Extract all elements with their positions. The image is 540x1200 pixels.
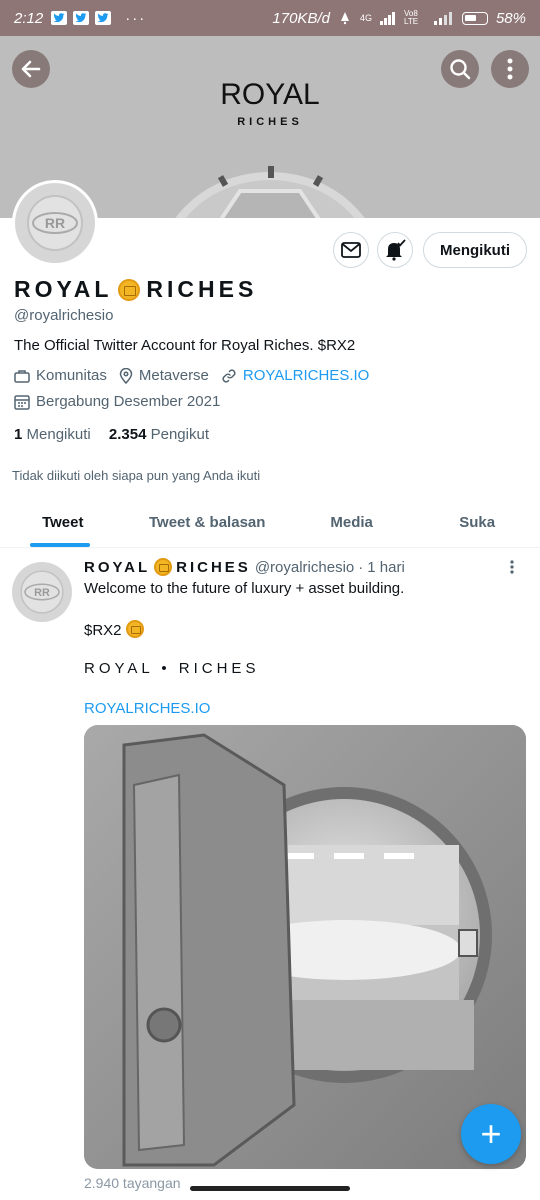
following-count: 1 — [14, 426, 23, 443]
bell-check-icon — [386, 239, 406, 261]
back-button[interactable] — [12, 50, 50, 88]
profile-page: 2:12 ··· 170KB/d 4G Vo8 LTE 58% ROYAL RI… — [0, 0, 540, 1200]
profile-meta-row: Komunitas Metaverse ROYALRICHES.IO — [14, 367, 369, 384]
profile-name: ROYAL RICHES — [14, 276, 257, 303]
followers-stat[interactable]: 2.354 Pengikut — [109, 426, 209, 443]
status-right: 170KB/d 4G Vo8 LTE 58% — [272, 10, 526, 27]
profile-name-part1: ROYAL — [14, 276, 113, 302]
more-notifications-indicator: ··· — [125, 9, 147, 27]
profile-avatar[interactable]: RR — [12, 180, 98, 266]
svg-text:RR: RR — [45, 215, 65, 231]
tweet-author-name-part2: RICHES — [176, 558, 251, 576]
signal-icon-2 — [433, 12, 452, 25]
profile-name-part2: RICHES — [146, 276, 258, 302]
coin-emoji-icon — [125, 620, 144, 638]
message-button[interactable] — [333, 232, 369, 268]
following-label: Mengikuti — [26, 426, 91, 443]
more-vertical-icon — [510, 560, 514, 574]
briefcase-icon — [14, 369, 30, 383]
volte-label: Vo8 LTE — [403, 9, 419, 26]
notifications-button[interactable] — [377, 232, 413, 268]
search-icon — [450, 59, 471, 80]
followers-label: Pengikut — [150, 426, 209, 443]
more-options-button[interactable] — [491, 50, 529, 88]
network-speed: 170KB/d — [272, 9, 330, 27]
tweet-timestamp[interactable]: 1 hari — [367, 559, 405, 576]
profile-joined-row: Bergabung Desember 2021 — [14, 393, 220, 410]
envelope-icon — [341, 242, 361, 258]
twitter-icon — [51, 11, 68, 25]
tweet-link[interactable]: ROYALRICHES.IO — [84, 700, 210, 717]
profile-joined-date: Bergabung Desember 2021 — [36, 393, 221, 410]
followers-count: 2.354 — [108, 426, 147, 443]
vault-door-illustration — [175, 166, 365, 218]
not-followed-note: Tidak diikuti oleh siapa pun yang Anda i… — [12, 468, 261, 483]
tweet-text-line2: $RX2 — [84, 622, 122, 639]
tweet-author-handle[interactable]: @royalrichesio — [255, 559, 354, 576]
tweet-author-name-part1: ROYAL — [84, 558, 151, 576]
alarm-icon — [340, 12, 349, 25]
twitter-icon — [73, 11, 90, 25]
svg-text:RR: RR — [34, 587, 50, 599]
location-pin-icon — [119, 367, 133, 384]
rr-logo-icon: RR — [20, 570, 64, 614]
profile-handle: @royalrichesio — [14, 307, 114, 324]
profile-website-link[interactable]: ROYALRICHES.IO — [243, 367, 369, 384]
coin-emoji-icon — [118, 278, 141, 301]
twitter-icon — [95, 11, 112, 25]
tweet-media-image[interactable] — [84, 725, 526, 1169]
signal-label: 4G — [359, 13, 372, 23]
tweet-author-name[interactable]: ROYAL RICHES — [84, 558, 251, 576]
search-button[interactable] — [441, 50, 479, 88]
following-stat[interactable]: 1 Mengikuti — [14, 426, 91, 443]
more-vertical-icon — [507, 58, 513, 80]
calendar-icon — [14, 394, 30, 410]
avatar-logo: RR — [15, 183, 95, 263]
tweet-text-line2-row: $RX2 — [84, 620, 144, 639]
tweet-header: ROYAL RICHES @royalrichesio · 1 hari — [84, 558, 405, 576]
tweet-partial-text: 2.940 tayangan — [84, 1175, 181, 1191]
banner-logo-subtitle: RICHES — [237, 116, 303, 128]
rr-logo-icon: RR — [27, 195, 83, 251]
status-bar: 2:12 ··· 170KB/d 4G Vo8 LTE 58% — [0, 0, 540, 36]
following-button[interactable]: Mengikuti — [423, 232, 527, 268]
battery-icon — [461, 11, 488, 25]
tab-media[interactable]: Media — [289, 498, 415, 547]
tab-tweet-replies[interactable]: Tweet & balasan — [126, 498, 289, 547]
compose-tweet-button[interactable]: + — [461, 1104, 521, 1164]
signal-icon — [379, 12, 395, 25]
home-indicator[interactable] — [190, 1186, 350, 1191]
profile-tabs: Tweet Tweet & balasan Media Suka — [0, 498, 540, 548]
profile-location: Metaverse — [138, 367, 209, 384]
follow-stats: 1 Mengikuti 2.354 Pengikut — [14, 426, 209, 443]
tab-tweet[interactable]: Tweet — [0, 498, 126, 547]
status-time: 2:12 — [14, 9, 44, 27]
coin-emoji-icon — [154, 558, 173, 576]
profile-category: Komunitas — [36, 367, 107, 384]
arrow-left-icon — [21, 60, 41, 78]
tab-likes[interactable]: Suka — [414, 498, 540, 547]
battery-percent: 58% — [495, 9, 526, 27]
tweet-separator: · — [358, 558, 364, 576]
tweet-text-line3: ROYAL • RICHES — [84, 660, 260, 677]
vault-photo — [84, 725, 526, 1169]
tweet-more-button[interactable] — [510, 558, 514, 579]
profile-bio: The Official Twitter Account for Royal R… — [14, 337, 356, 354]
link-icon — [222, 368, 236, 383]
plus-icon: + — [480, 1113, 502, 1154]
tweet-avatar[interactable]: RR — [12, 562, 72, 622]
tweet-text-line1: Welcome to the future of luxury + asset … — [84, 580, 405, 597]
